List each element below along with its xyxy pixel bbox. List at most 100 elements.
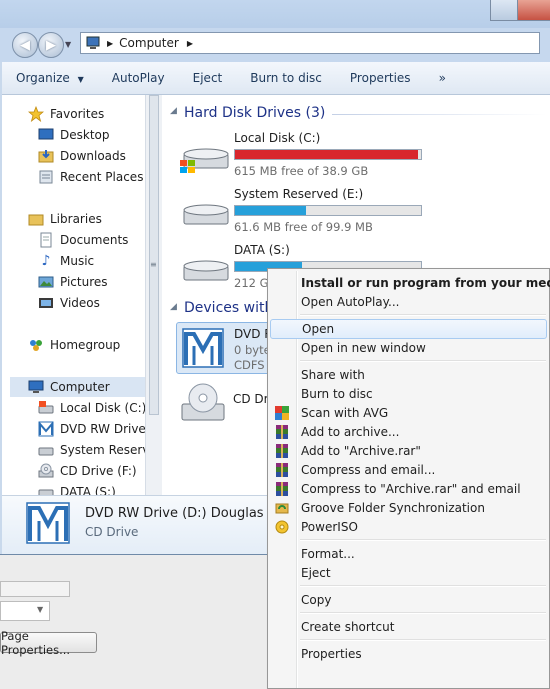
organize-label: Organize [16,71,70,85]
nav-item-dvd-rw-drive[interactable]: DVD RW Drive (D [38,419,145,439]
menu-item-burn-to-disc[interactable]: Burn to disc [270,384,547,404]
address-row: ◀ ▶ ▼ ▶ Computer ▶ [0,28,550,62]
menu-item-eject[interactable]: Eject [270,563,547,583]
context-menu: Install or run program from your media Op… [267,268,550,689]
nav-libraries[interactable]: Libraries [28,209,102,229]
device-filesystem: CDFS [234,358,265,372]
menu-item-compress-and-email[interactable]: Compress and email... [270,460,547,480]
chevron-down-icon: ▼ [37,605,44,614]
collapse-group-icon[interactable]: ◢ [170,106,177,116]
background-dropdown[interactable]: ▼ [0,601,50,621]
menu-item-label: Add to "Archive.rar" [301,444,421,458]
menu-item-label: Open in new window [301,341,426,355]
drive-tile-e[interactable]: System Reserved (E:) 61.6 MB free of 99.… [162,184,550,234]
winrar-icon [275,444,289,458]
organize-button[interactable]: Organize ▼ [2,71,98,85]
nav-item-label: DATA (S:) [60,485,116,495]
hard-disk-drives-header[interactable]: Hard Disk Drives (3) [184,105,325,121]
nav-item-desktop[interactable]: Desktop [38,125,110,145]
menu-item-properties[interactable]: Properties [270,644,547,664]
nav-item-downloads[interactable]: Downloads [38,146,126,166]
breadcrumb-computer[interactable]: Computer [119,36,179,50]
nav-homegroup[interactable]: Homegroup [28,335,120,355]
breadcrumb-separator-icon[interactable]: ▶ [107,39,113,48]
pane-splitter[interactable]: ≡ [145,95,163,495]
menu-item-label: PowerISO [301,520,358,534]
autoplay-button[interactable]: AutoPlay [98,71,179,85]
nav-computer-label: Computer [50,380,110,394]
drive-free-space: 615 MB free of 38.9 GB [234,164,369,178]
drive-tile-c[interactable]: Local Disk (C:) 615 MB free of 38.9 GB [162,128,550,178]
menu-item-compress-to-archive-rar-and-email[interactable]: Compress to "Archive.rar" and email [270,479,547,499]
address-bar[interactable]: ▶ Computer ▶ [80,32,540,54]
menu-item-open-in-new-window[interactable]: Open in new window [270,338,547,358]
menu-item-label: Create shortcut [301,620,395,634]
menu-item-format[interactable]: Format... [270,544,547,564]
menu-item-create-shortcut[interactable]: Create shortcut [270,617,547,637]
cd-drive-icon [181,383,225,421]
nav-homegroup-label: Homegroup [50,338,121,352]
nav-item-cd-drive-f[interactable]: CD Drive (F:) [38,461,137,481]
menu-item-open-autoplay[interactable]: Open AutoPlay... [270,292,547,312]
burn-to-disc-button[interactable]: Burn to disc [236,71,336,85]
page-properties-button[interactable]: Page Properties... [0,629,97,657]
collapse-group-icon[interactable]: ◢ [170,302,177,312]
music-note-icon: ♪ [41,253,51,269]
page-properties-label: Page Properties... [1,628,71,657]
nav-item-system-reserved[interactable]: System Reserved [38,440,145,460]
nav-favorites[interactable]: Favorites [28,104,104,124]
eject-button[interactable]: Eject [179,71,237,85]
menu-item-label: Open AutoPlay... [301,295,400,309]
nav-item-music[interactable]: ♪ Music [38,251,95,271]
forward-button[interactable]: ▶ [38,32,64,58]
nav-item-label: Music [60,254,95,268]
nav-computer[interactable]: Computer [10,377,145,397]
menu-item-add-to-archive[interactable]: Add to archive... [270,422,547,442]
grip-icon: ≡ [150,260,157,269]
menu-item-copy[interactable]: Copy [270,590,547,610]
nav-item-videos[interactable]: Videos [38,293,100,313]
nav-item-label: DVD RW Drive (D [60,422,145,436]
menu-item-install-or-run-program-from-your-media[interactable]: Install or run program from your media [270,273,550,293]
cd-drive-icon [38,463,54,478]
menu-item-label: Format... [301,547,355,561]
devices-header[interactable]: Devices with [184,300,273,316]
breadcrumb-chevron-icon[interactable]: ▶ [187,39,193,48]
drive-usage-bar [234,149,422,160]
nav-item-documents[interactable]: Documents [38,230,128,250]
menu-item-share-with[interactable]: Share with [270,365,547,385]
properties-button[interactable]: Properties [336,71,425,85]
more-commands-button[interactable]: » [425,71,460,85]
nav-item-pictures[interactable]: Pictures [38,272,108,292]
hard-drive-icon [183,204,229,225]
hard-drive-icon [38,447,54,456]
nav-item-recent-places[interactable]: Recent Places [38,167,143,187]
menu-separator [300,639,546,641]
videos-icon [39,298,53,308]
nav-item-label: Videos [60,296,100,310]
nav-item-data-s[interactable]: DATA (S:) [38,482,116,495]
pictures-icon [38,276,54,288]
menu-item-open[interactable]: Open [270,319,547,339]
back-button[interactable]: ◀ [12,32,38,58]
close-button[interactable] [517,0,550,21]
menu-item-scan-with-avg[interactable]: Scan with AVG [270,403,547,423]
drive-free-space: 61.6 MB free of 99.9 MB [234,220,373,234]
nav-item-label: Recent Places [60,170,144,184]
menu-item-groove-folder-synchronization[interactable]: Groove Folder Synchronization [270,498,547,518]
menu-item-poweriso[interactable]: PowerISO [270,517,547,537]
nav-scrollbar-thumb[interactable] [149,95,159,415]
background-text-field[interactable] [0,581,70,597]
menu-item-label: Eject [301,566,331,580]
drive-usage-fill [235,206,306,215]
dvd-drive-icon [182,328,224,368]
maximize-button[interactable] [490,0,519,21]
dvd-drive-icon [26,502,70,544]
menu-item-label: Open [302,322,335,336]
libraries-icon [28,214,44,226]
nav-item-label: Desktop [60,128,110,142]
menu-item-add-to-archive-rar[interactable]: Add to "Archive.rar" [270,441,547,461]
recent-pages-dropdown[interactable]: ▼ [65,40,71,49]
chevron-down-icon: ▼ [77,75,84,84]
nav-item-local-disk-c[interactable]: Local Disk (C:) [38,398,145,418]
